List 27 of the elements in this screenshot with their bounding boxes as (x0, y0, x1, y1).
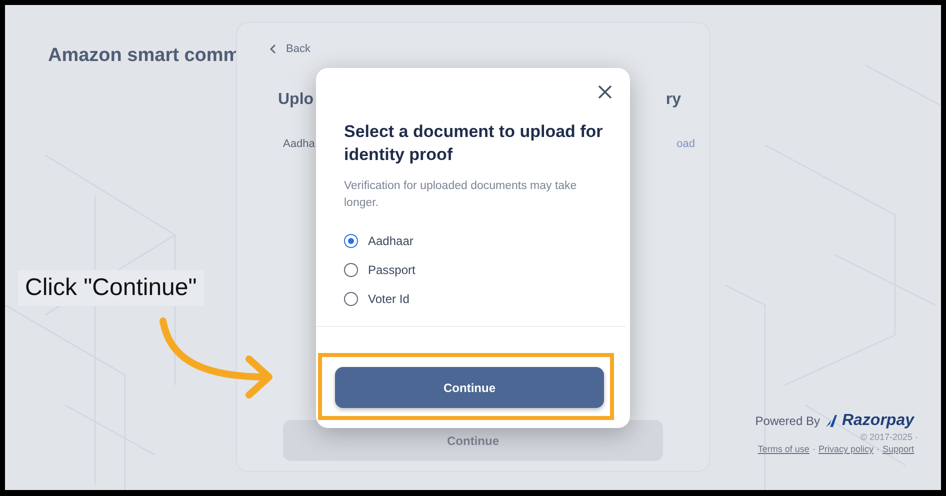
dialog-title: Select a document to upload for identity proof (344, 121, 604, 166)
card-heading: ry (666, 91, 681, 109)
continue-button[interactable]: Continue (335, 367, 604, 408)
brand-logo-icon (824, 414, 838, 428)
option-label: Voter Id (368, 292, 410, 306)
back-label: Back (286, 43, 310, 55)
option-label: Passport (368, 263, 416, 277)
document-label: Aadha (283, 138, 315, 150)
radio-button[interactable] (344, 263, 358, 277)
powered-by-label: Powered By (755, 414, 820, 428)
radio-button[interactable] (344, 292, 358, 306)
footer-link[interactable]: Privacy policy (818, 444, 874, 454)
close-icon[interactable] (598, 85, 612, 99)
copyright-text: © 2017-2025 · (860, 432, 918, 442)
link-separator: · (876, 444, 880, 454)
back-link[interactable]: Back (269, 43, 310, 55)
dialog-description: Verification for uploaded documents may take longer. (344, 179, 578, 211)
radio-button[interactable] (344, 234, 358, 248)
footer-link[interactable]: Support (882, 444, 914, 454)
card-heading: Uplo (278, 91, 314, 109)
chevron-left-icon (269, 44, 277, 54)
link-separator: · (812, 444, 816, 454)
footer-link[interactable]: Terms of use (758, 444, 810, 454)
option-label: Aadhaar (368, 234, 414, 248)
brand-name: Razorpay (842, 412, 914, 430)
upload-link[interactable]: oad (676, 138, 695, 150)
annotation-label: Click "Continue" (18, 270, 204, 306)
